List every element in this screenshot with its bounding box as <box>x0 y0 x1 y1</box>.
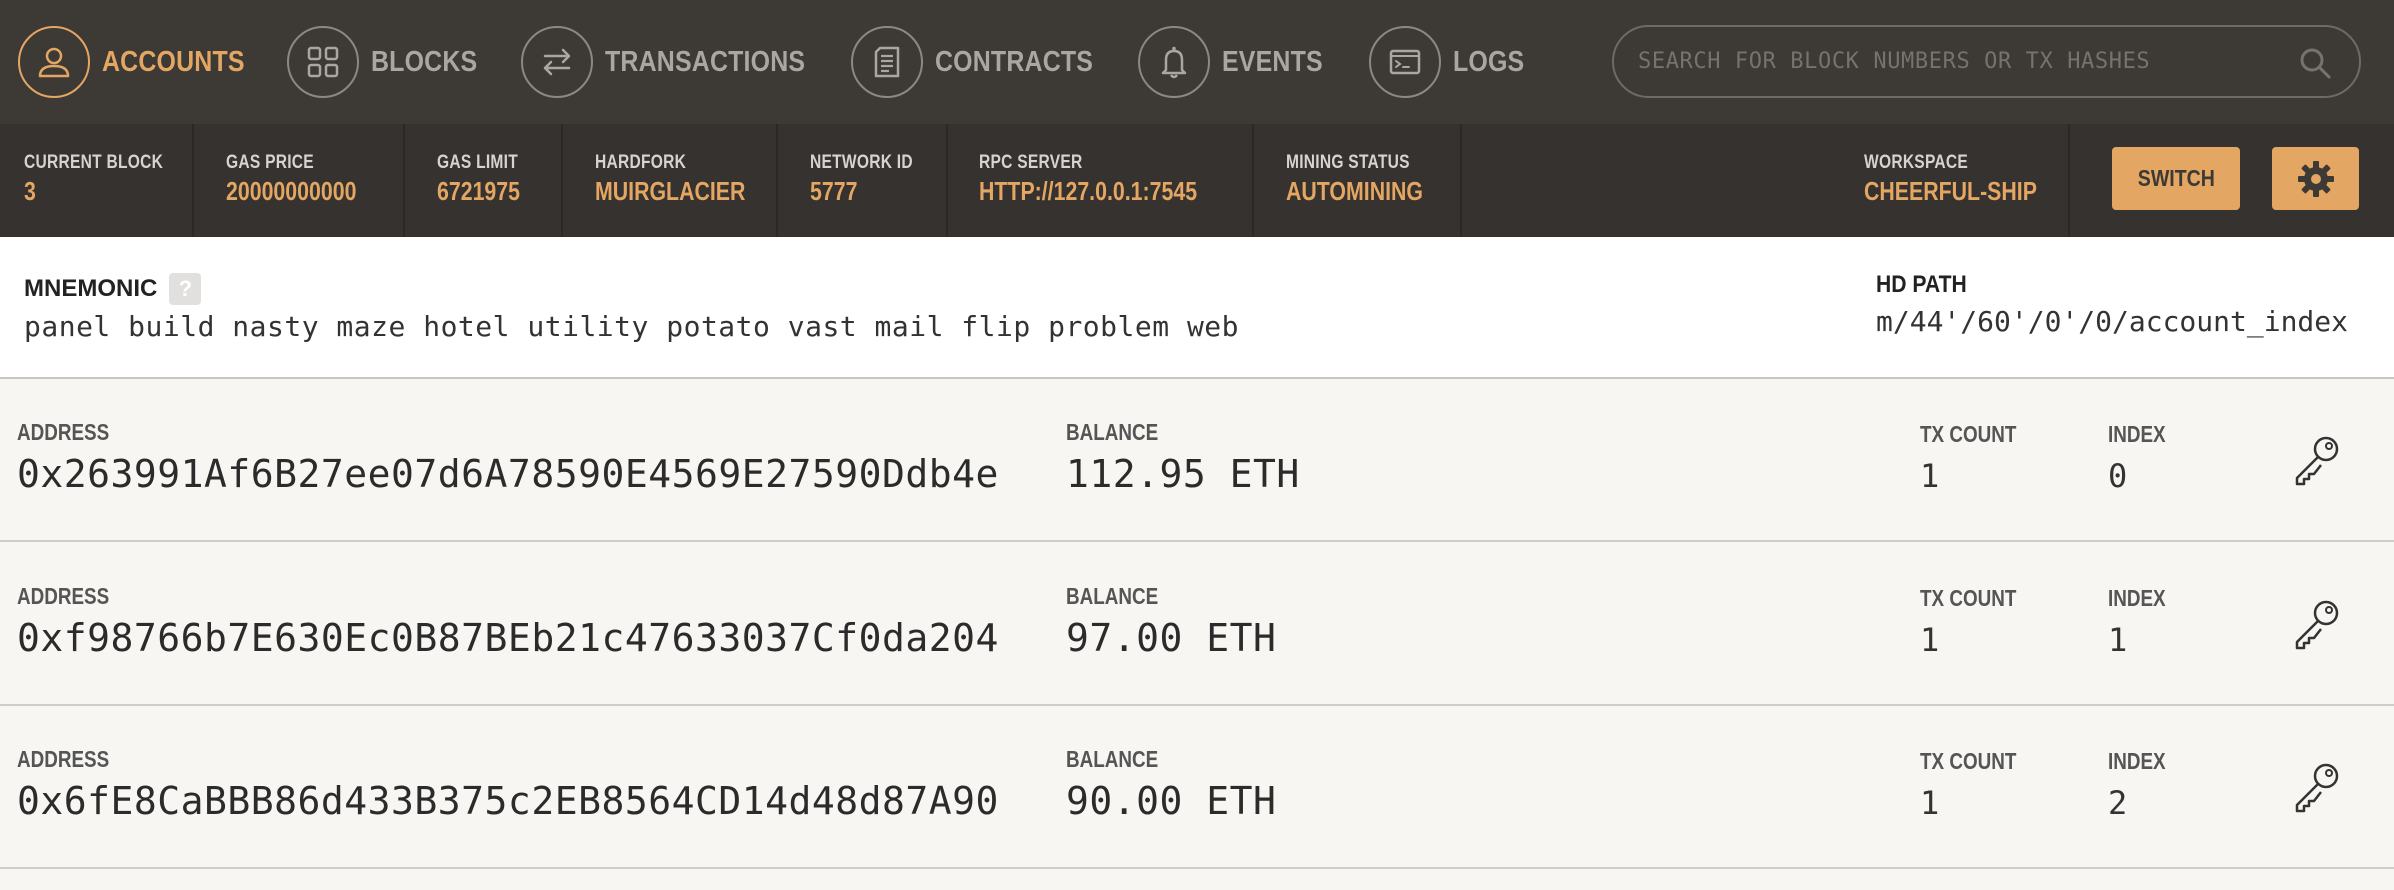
tx-count-label: TX COUNT <box>1920 748 2017 774</box>
settings-button[interactable] <box>2272 147 2359 210</box>
balance-value: 112.95 ETH <box>1066 452 1300 496</box>
status-bar: CURRENT BLOCK 3 GAS PRICE 20000000000 GA… <box>0 124 2394 237</box>
gas-price-value: 20000000000 <box>226 176 357 206</box>
stat-mining-status: MINING STATUS AUTOMINING <box>1254 124 1462 237</box>
mnemonic-panel: MNEMONIC ? panel build nasty maze hotel … <box>0 237 2394 379</box>
balance-label: BALANCE <box>1066 746 1159 772</box>
switch-button[interactable]: SWITCH <box>2112 147 2240 210</box>
stat-hardfork: HARDFORK MUIRGLACIER <box>563 124 778 237</box>
address-value: 0xf98766b7E630Ec0B87BEb21c47633037Cf0da2… <box>17 616 999 660</box>
mnemonic-words: panel build nasty maze hotel utility pot… <box>24 310 1240 343</box>
document-icon <box>874 46 900 78</box>
nav-accounts-label: ACCOUNTS <box>102 45 245 78</box>
key-icon[interactable] <box>2290 433 2344 487</box>
tx-count-value: 1 <box>1920 621 1940 659</box>
address-value: 0x6fE8CaBBB86d433B375c2EB8564CD14d48d87A… <box>17 779 999 823</box>
nav-transactions[interactable]: TRANSACTIONS <box>521 25 838 99</box>
rpc-server-value: HTTP://127.0.0.1:7545 <box>979 176 1198 206</box>
network-id-label: NETWORK ID <box>810 152 913 173</box>
nav-events-label: EVENTS <box>1222 45 1323 78</box>
switch-button-label: SWITCH <box>2137 165 2215 191</box>
workspace-label: WORKSPACE <box>1864 152 1969 173</box>
grid-icon <box>307 46 339 78</box>
current-block-value: 3 <box>24 176 36 206</box>
tx-count-value: 1 <box>1920 457 1940 495</box>
hd-path-value: m/44'/60'/0'/0/account_index <box>1876 305 2349 338</box>
gas-price-label: GAS PRICE <box>226 152 314 173</box>
address-label: ADDRESS <box>17 583 110 609</box>
hardfork-value: MUIRGLACIER <box>595 176 746 206</box>
swap-arrows-icon <box>543 48 571 76</box>
address-value: 0x263991Af6B27ee07d6A78590E4569E27590Ddb… <box>17 452 999 496</box>
network-id-value: 5777 <box>810 176 858 206</box>
tx-count-value: 1 <box>1920 784 1940 822</box>
help-icon[interactable]: ? <box>169 273 202 305</box>
account-row: ADDRESS 0x263991Af6B27ee07d6A78590E4569E… <box>0 379 2394 542</box>
nav-events[interactable]: EVENTS <box>1138 25 1339 99</box>
user-icon <box>38 47 70 78</box>
bell-icon <box>1161 46 1187 79</box>
index-value: 2 <box>2108 784 2128 822</box>
stat-gas-limit: GAS LIMIT 6721975 <box>405 124 563 237</box>
stat-network-id: NETWORK ID 5777 <box>778 124 948 237</box>
stat-gas-price: GAS PRICE 20000000000 <box>194 124 405 237</box>
tx-count-label: TX COUNT <box>1920 421 2017 447</box>
tx-count-label: TX COUNT <box>1920 585 2017 611</box>
search-placeholder: SEARCH FOR BLOCK NUMBERS OR TX HASHES <box>1638 49 2151 74</box>
nav-logs[interactable]: LOGS <box>1369 25 1536 99</box>
balance-value: 90.00 ETH <box>1066 779 1277 823</box>
rpc-server-label: RPC SERVER <box>979 152 1083 173</box>
nav-contracts[interactable]: CONTRACTS <box>851 25 1119 99</box>
mining-status-value: AUTOMINING <box>1286 176 1424 206</box>
gear-icon <box>2297 160 2334 197</box>
gas-limit-label: GAS LIMIT <box>437 152 518 173</box>
stat-rpc-server: RPC SERVER HTTP://127.0.0.1:7545 <box>948 124 1254 237</box>
address-label: ADDRESS <box>17 746 110 772</box>
account-row: ADDRESS 0x6fE8CaBBB86d433B375c2EB8564CD1… <box>0 706 2394 869</box>
key-icon[interactable] <box>2290 760 2344 814</box>
gas-limit-value: 6721975 <box>437 176 521 206</box>
search-input[interactable]: SEARCH FOR BLOCK NUMBERS OR TX HASHES <box>1612 25 2361 98</box>
stat-current-block: CURRENT BLOCK 3 <box>0 124 194 237</box>
terminal-icon <box>1389 49 1421 75</box>
mnemonic-title: MNEMONIC <box>24 275 158 302</box>
balance-label: BALANCE <box>1066 419 1159 445</box>
index-value: 1 <box>2108 621 2128 659</box>
index-label: INDEX <box>2108 421 2166 447</box>
index-label: INDEX <box>2108 585 2166 611</box>
search-icon[interactable] <box>2297 45 2333 81</box>
account-row: ADDRESS 0xf98766b7E630Ec0B87BEb21c476330… <box>0 543 2394 706</box>
nav-logs-label: LOGS <box>1453 45 1525 78</box>
stat-workspace: WORKSPACE CHEERFUL-SHIP <box>1846 124 2070 237</box>
hd-path-title: HD PATH <box>1876 271 1967 298</box>
current-block-label: CURRENT BLOCK <box>24 152 164 173</box>
index-label: INDEX <box>2108 748 2166 774</box>
nav-transactions-label: TRANSACTIONS <box>605 45 806 78</box>
key-icon[interactable] <box>2290 597 2344 651</box>
nav-accounts[interactable]: ACCOUNTS <box>18 25 268 99</box>
nav-contracts-label: CONTRACTS <box>935 45 1094 78</box>
workspace-value: CHEERFUL-SHIP <box>1864 176 2037 206</box>
balance-value: 97.00 ETH <box>1066 616 1277 660</box>
top-nav: ACCOUNTS BLOCKS TRANSACTIONS CONTRACTS E… <box>0 0 2394 124</box>
mining-status-label: MINING STATUS <box>1286 152 1410 173</box>
nav-blocks[interactable]: BLOCKS <box>287 25 495 99</box>
hardfork-label: HARDFORK <box>595 152 687 173</box>
nav-blocks-label: BLOCKS <box>371 45 478 78</box>
address-label: ADDRESS <box>17 419 110 445</box>
balance-label: BALANCE <box>1066 583 1159 609</box>
index-value: 0 <box>2108 457 2128 495</box>
